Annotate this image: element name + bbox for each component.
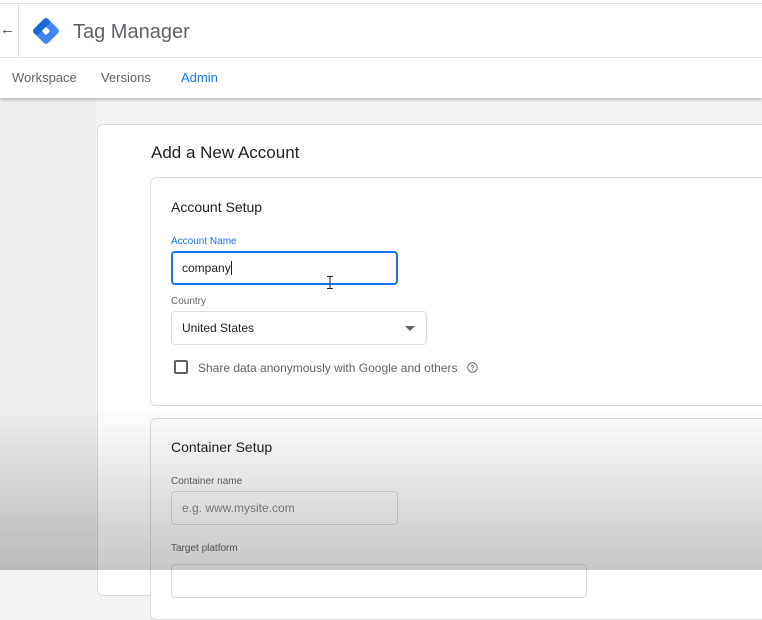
- share-data-label: Share data anonymously with Google and o…: [198, 361, 458, 375]
- text-caret: [230, 261, 232, 275]
- tab-admin[interactable]: Admin: [181, 70, 218, 86]
- header-divider: [18, 4, 19, 57]
- account-name-value: company: [182, 261, 231, 275]
- back-arrow-icon[interactable]: ←: [0, 22, 15, 38]
- page-title: Add a New Account: [151, 143, 300, 162]
- container-setup-title: Container Setup: [171, 439, 273, 455]
- container-name-input[interactable]: e.g. www.mysite.com: [171, 491, 398, 525]
- caret-down-icon: [405, 326, 415, 331]
- target-platform-select[interactable]: [171, 564, 587, 598]
- share-data-checkbox[interactable]: [174, 360, 188, 374]
- nav-tabs: Workspace Versions Admin: [0, 58, 762, 98]
- country-label: Country: [171, 296, 207, 307]
- target-platform-label: Target platform: [171, 543, 238, 554]
- app-header: ← Tag Manager Workspace Versions Admin: [0, 0, 762, 98]
- app-title: Tag Manager: [73, 21, 190, 43]
- account-name-input[interactable]: company: [171, 251, 398, 285]
- text-cursor-icon: [327, 276, 333, 289]
- account-setup-title: Account Setup: [171, 199, 263, 215]
- tag-manager-logo-icon: [33, 18, 59, 44]
- country-select[interactable]: United States: [171, 311, 427, 345]
- help-circle-icon[interactable]: [467, 362, 478, 373]
- tab-versions[interactable]: Versions: [101, 70, 151, 86]
- account-name-label: Account Name: [171, 236, 237, 247]
- container-name-label: Container name: [171, 476, 243, 487]
- container-name-placeholder: e.g. www.mysite.com: [182, 501, 295, 515]
- left-background: [0, 98, 96, 570]
- tab-workspace[interactable]: Workspace: [12, 70, 77, 86]
- country-value: United States: [182, 321, 255, 335]
- header-row: ← Tag Manager: [0, 4, 762, 58]
